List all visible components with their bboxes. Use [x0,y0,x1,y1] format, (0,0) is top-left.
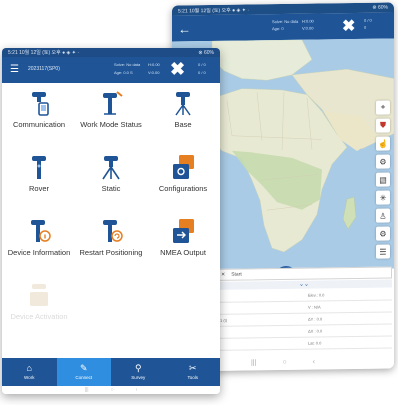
status-time: 5:21 10월 12일 (토) 오후 ● ◈ ✦ · [8,50,80,56]
tile-device-activation[interactable]: Device Activation [3,276,75,334]
connect-icon: ✎ [79,363,88,373]
tile-base[interactable]: Base [147,84,219,142]
solution-info: Solve: No data Age: 0 [272,18,299,32]
status-battery: ⊗ 60% [198,49,214,56]
device-id: 2023117(SP0) [28,66,60,72]
satellite-icon[interactable]: ✖ [342,16,355,36]
back-icon[interactable]: ‹ [313,358,315,365]
survey-icon: ⚲ [134,363,142,373]
tile-restart-positioning[interactable]: Restart Positioning [75,212,147,270]
back-icon[interactable]: ‹ [136,387,138,393]
system-nav-bar: ||| ○ ‹ [2,386,220,394]
nav-connect[interactable]: ✎ Connect [56,358,111,386]
map-toolbar: ⌖ ⛊ ☝ ⚙ ▤ ✳ ♙ ⚙ ☰ [376,100,390,259]
device-info-icon [31,220,51,242]
home-circle-icon[interactable]: ○ [111,387,114,393]
status-battery: ⊗ 60% [372,4,388,11]
bottom-navigation: ⌂ Work ✎ Connect ⚲ Survey ✂ Tools [2,358,220,386]
tile-nmea-output[interactable]: NMEA Output [147,212,219,270]
pointer-icon[interactable]: ☝ [376,136,390,151]
home-circle-icon[interactable]: ○ [282,358,286,365]
configurations-icon [173,155,194,179]
tile-communication[interactable]: Communication [3,84,75,142]
back-arrow-icon[interactable]: ← [178,21,196,36]
person-icon[interactable]: ♙ [376,208,390,223]
status-bar: 5:21 10월 12일 (토) 오후 ● ◈ ✦ · ⊗ 60% [2,48,220,57]
status-time: 5:21 10월 12일 (토) 오후 ● ◈ ✦ · [178,6,250,14]
coordinate-table: Elev.: 0.0 V : N/A 1 (t) ΔY : 0.0 ΔX : 0.… [216,288,392,351]
nav-tools[interactable]: ✂ Tools [166,358,221,386]
tile-work-mode-status[interactable]: Work Mode Status [75,84,147,142]
location-pin-icon[interactable]: ⌖ [376,100,390,115]
communication-icon [32,92,49,116]
nmea-icon [173,219,194,243]
layers-icon[interactable]: ▤ [376,172,390,187]
gear-icon[interactable]: ⚙ [376,226,390,241]
nav-work[interactable]: ⌂ Work [2,358,57,386]
nav-survey[interactable]: ⚲ Survey [111,358,166,386]
static-icon [102,156,120,180]
connect-menu-grid: Communication Work Mode Status Base Rove… [2,84,220,334]
activation-icon [30,284,48,306]
table-row: Lat: 0.0 [216,336,392,351]
solution-info: Solve: No data Age: 0.0 S [114,62,141,75]
map-header: ← Solve: No data Age: 0 H:0.00 V:0.00 ✖ … [172,12,394,42]
compass-icon[interactable]: ✳ [376,190,390,205]
rover-icon [32,156,46,179]
expand-icon[interactable]: ☰ [376,244,390,259]
search-text: Start [231,271,242,278]
satellite-count: 0 / 0 0 / 0 [198,62,206,75]
restart-icon [103,220,123,242]
record-icon[interactable]: ⛊ [376,118,390,133]
work-mode-icon [103,91,123,115]
tools-icon: ✂ [188,363,197,373]
home-icon: ⌂ [26,363,32,373]
tile-static[interactable]: Static [75,148,147,206]
recents-icon[interactable]: ||| [251,359,256,366]
precision-info: H:0.00 V:0.00 [302,18,314,31]
tile-rover[interactable]: Rover [3,148,75,206]
tile-configurations[interactable]: Configurations [147,148,219,206]
app-header: ☰ 2023117(SP0) Solve: No data Age: 0.0 S… [2,57,220,83]
hamburger-menu-icon[interactable]: ☰ [10,64,19,75]
recents-icon[interactable]: ||| [85,387,89,393]
connect-phone-screen: 5:21 10월 12일 (토) 오후 ● ◈ ✦ · ⊗ 60% ☰ 2023… [2,48,220,394]
precision-info: H:0.00 V:0.00 [148,62,160,75]
satellite-icon[interactable]: ✖ [170,59,185,80]
satellite-count: 0 / 0 0 [364,17,372,30]
settings-icon[interactable]: ⚙ [376,154,390,169]
point-search-bar[interactable]: ✕ Start [216,266,392,281]
base-icon [175,92,191,116]
close-icon[interactable]: ✕ [221,272,225,278]
tile-device-information[interactable]: Device Information [3,212,75,270]
